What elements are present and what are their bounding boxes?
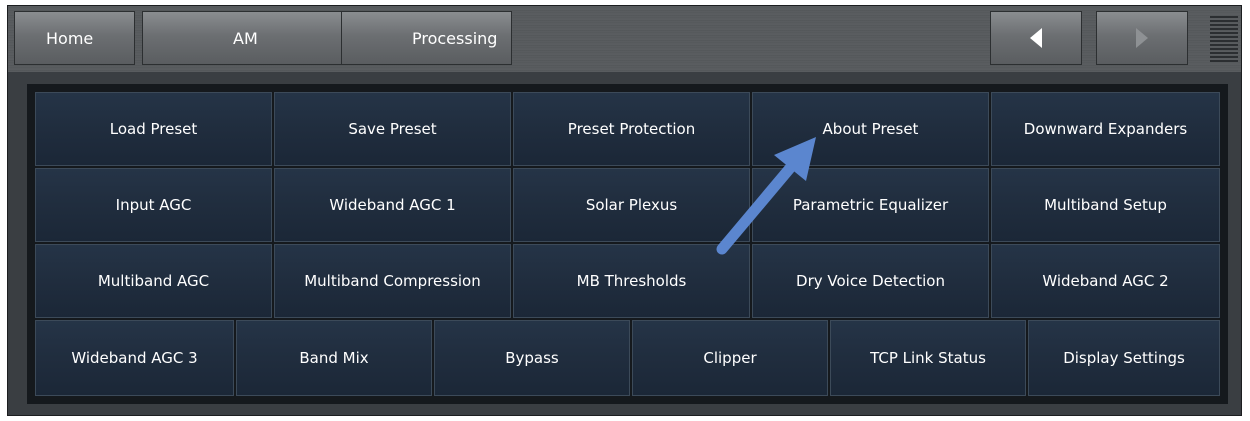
wideband-agc-1-button[interactable]: Wideband AGC 1: [274, 168, 511, 242]
band-mix-label: Band Mix: [299, 349, 369, 367]
multiband-compression-label: Multiband Compression: [304, 272, 481, 290]
bypass-label: Bypass: [505, 349, 559, 367]
dry-voice-detection-label: Dry Voice Detection: [796, 272, 945, 290]
clipper-label: Clipper: [703, 349, 757, 367]
wideband-agc-2-button[interactable]: Wideband AGC 2: [991, 244, 1220, 318]
breadcrumb-home[interactable]: Home: [14, 11, 135, 65]
breadcrumb-home-label: Home: [46, 28, 94, 48]
bypass-button[interactable]: Bypass: [434, 320, 630, 396]
wideband-agc-2-label: Wideband AGC 2: [1042, 272, 1169, 290]
multiband-agc-button[interactable]: Multiband AGC: [35, 244, 272, 318]
breadcrumb-processing-label: Processing: [412, 28, 498, 48]
wideband-agc-3-label: Wideband AGC 3: [71, 349, 198, 367]
multiband-agc-label: Multiband AGC: [97, 272, 210, 290]
previous-page-button[interactable]: [990, 11, 1082, 65]
save-preset-label: Save Preset: [348, 120, 437, 138]
clipper-button[interactable]: Clipper: [632, 320, 828, 396]
load-preset-button[interactable]: Load Preset: [35, 92, 272, 166]
breadcrumb-am-label: AM: [233, 28, 258, 48]
mb-thresholds-label: MB Thresholds: [576, 272, 687, 290]
downward-expanders-label: Downward Expanders: [1023, 120, 1188, 138]
preset-protection-label: Preset Protection: [567, 120, 696, 138]
display-settings-label: Display Settings: [1063, 349, 1185, 367]
load-preset-label: Load Preset: [109, 120, 198, 138]
solar-plexus-label: Solar Plexus: [585, 196, 678, 214]
processing-window: Home AM Processing Load Preset Save Pres…: [7, 5, 1242, 416]
breadcrumb-processing[interactable]: Processing: [342, 11, 512, 65]
pointer-arrow-icon: [716, 137, 816, 255]
input-agc-button[interactable]: Input AGC: [35, 168, 272, 242]
multiband-setup-button[interactable]: Multiband Setup: [991, 168, 1220, 242]
next-page-button[interactable]: [1096, 11, 1188, 65]
tcp-link-status-button[interactable]: TCP Link Status: [830, 320, 1026, 396]
breadcrumb-am[interactable]: AM: [142, 11, 342, 65]
hamburger-menu-icon[interactable]: [1210, 16, 1238, 62]
multiband-compression-button[interactable]: Multiband Compression: [274, 244, 511, 318]
triangle-left-icon: [1030, 28, 1042, 48]
wideband-agc-3-button[interactable]: Wideband AGC 3: [35, 320, 234, 396]
wideband-agc-1-label: Wideband AGC 1: [329, 196, 456, 214]
display-settings-button[interactable]: Display Settings: [1028, 320, 1220, 396]
tcp-link-status-label: TCP Link Status: [870, 349, 986, 367]
save-preset-button[interactable]: Save Preset: [274, 92, 511, 166]
multiband-setup-label: Multiband Setup: [1044, 196, 1167, 214]
processing-button-grid: Load Preset Save Preset Preset Protectio…: [27, 84, 1228, 404]
triangle-right-icon: [1136, 28, 1148, 48]
about-preset-label: About Preset: [822, 120, 919, 138]
downward-expanders-button[interactable]: Downward Expanders: [991, 92, 1220, 166]
input-agc-label: Input AGC: [115, 196, 192, 214]
band-mix-button[interactable]: Band Mix: [236, 320, 432, 396]
top-navigation-bar: Home AM Processing: [8, 6, 1241, 72]
